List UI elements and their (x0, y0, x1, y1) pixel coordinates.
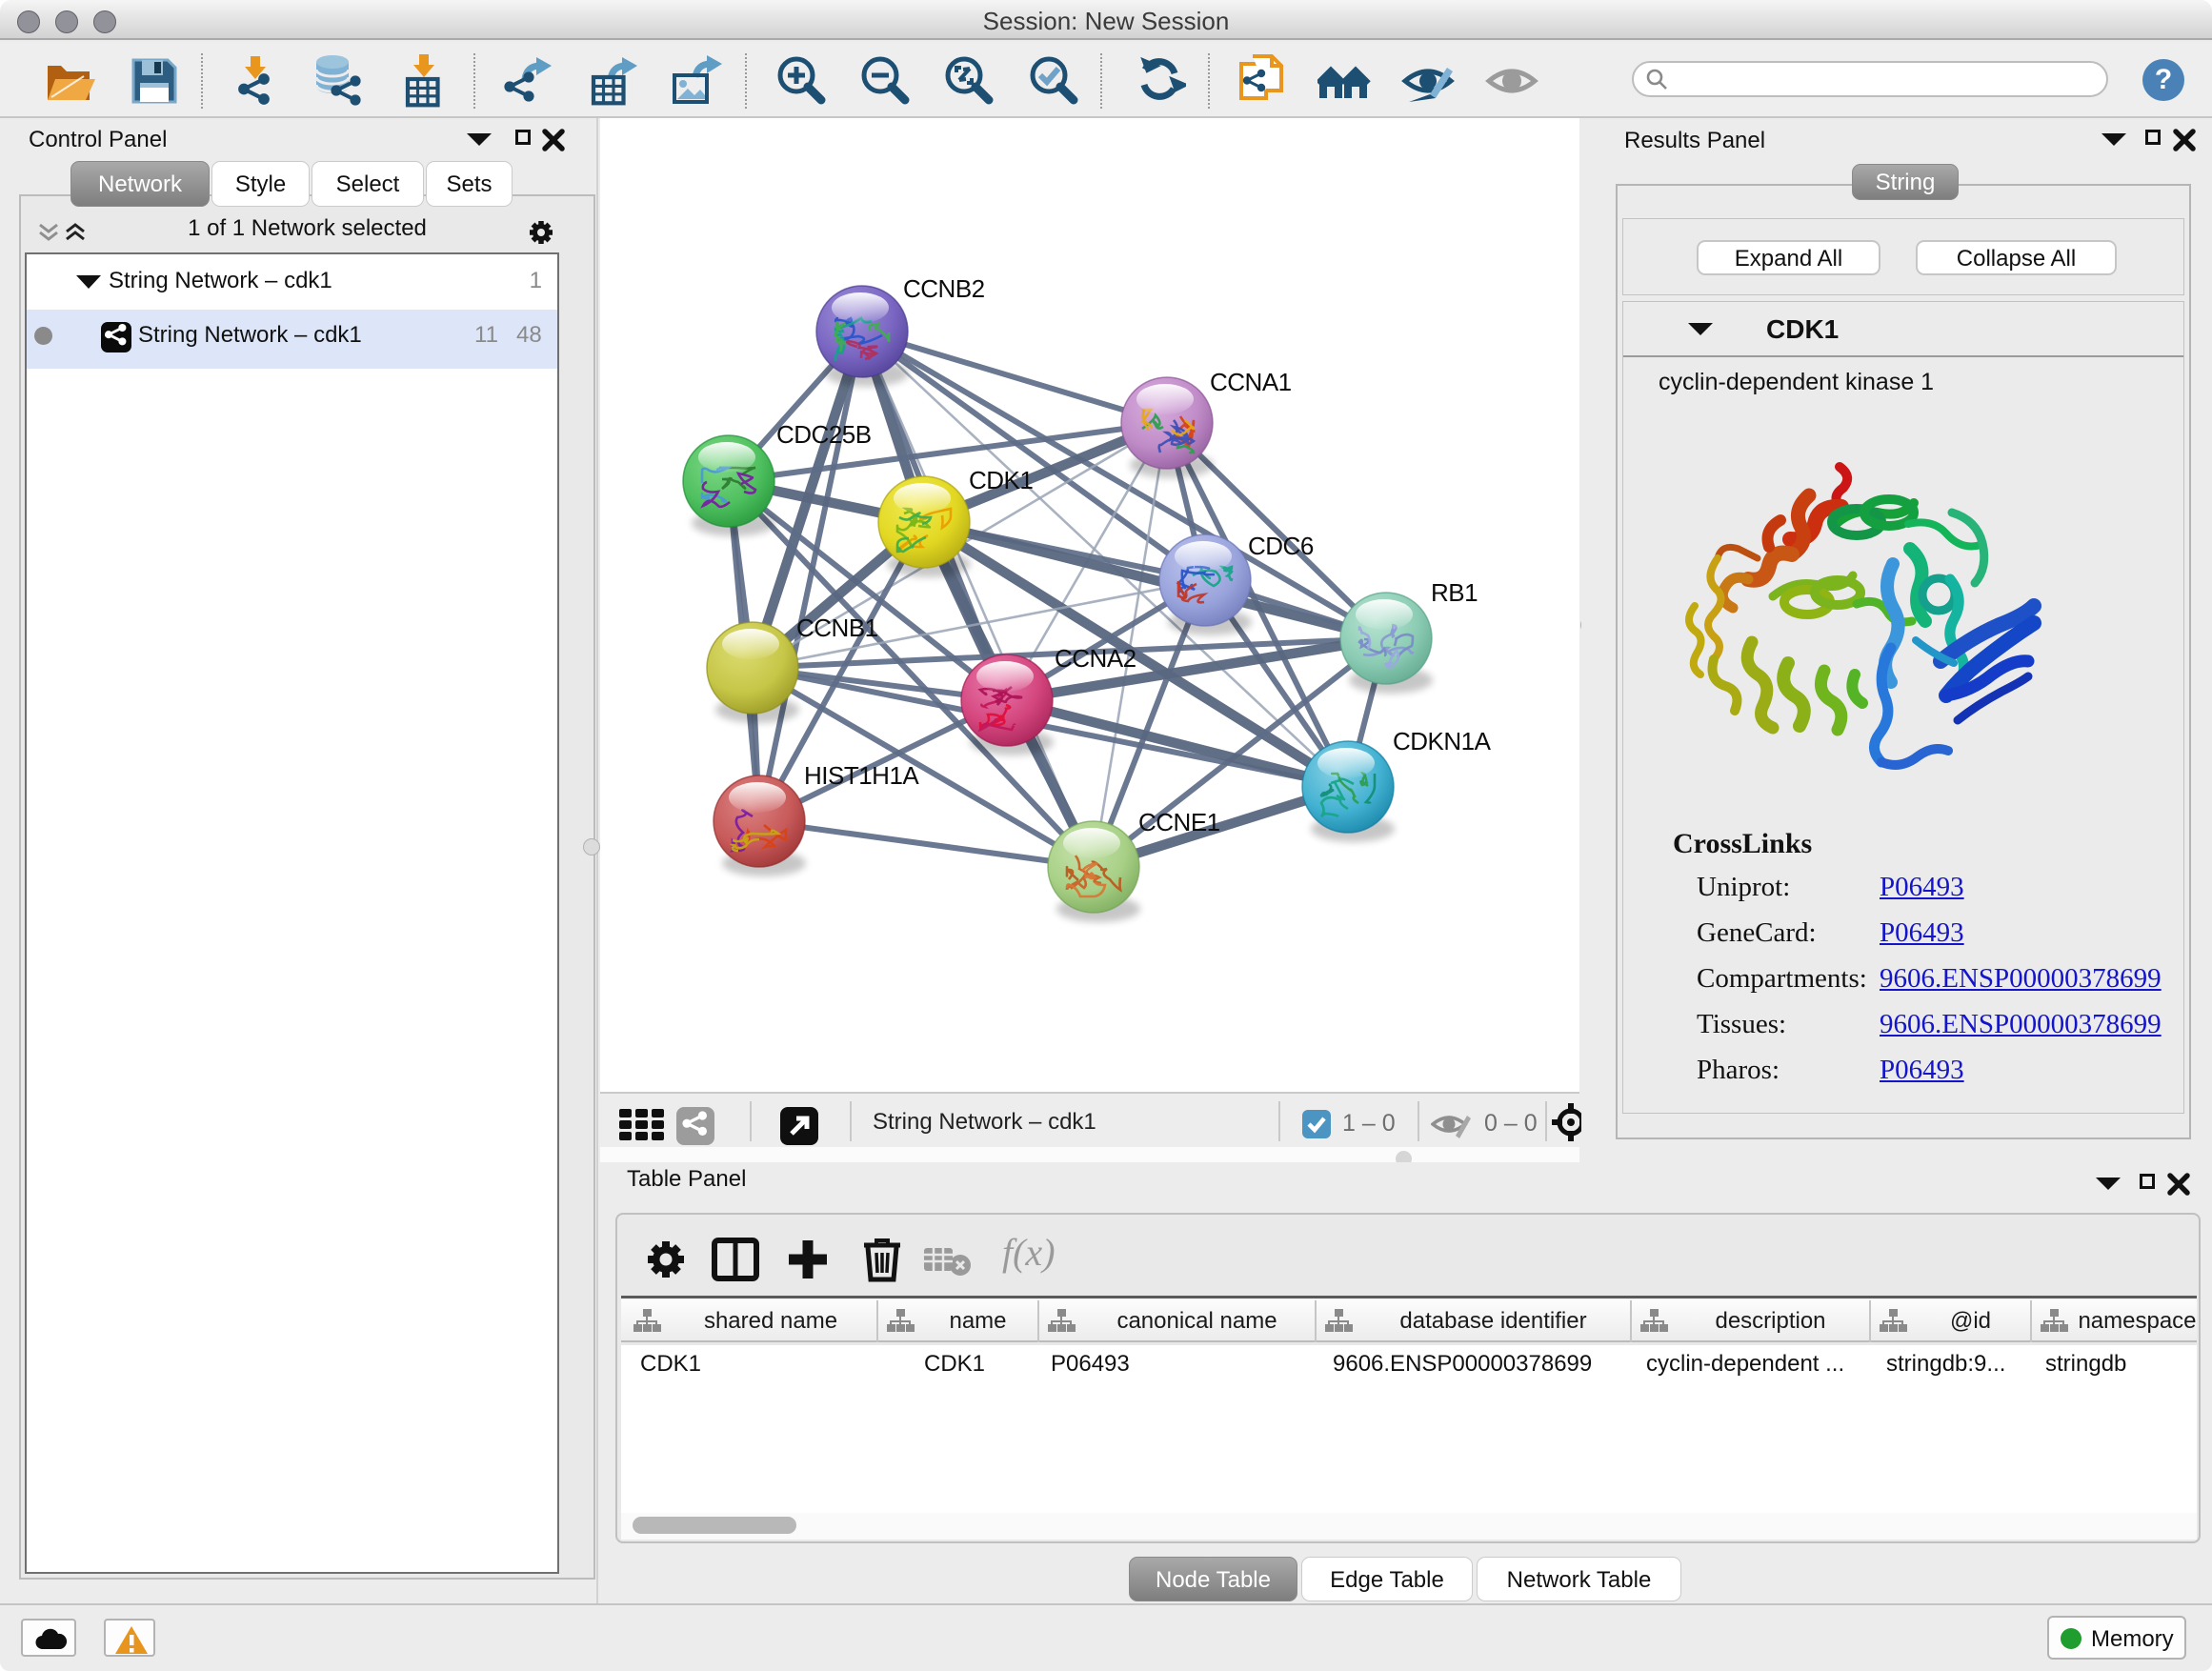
svg-text:HIST1H1A: HIST1H1A (804, 761, 919, 790)
svg-text:CCNA2: CCNA2 (1055, 644, 1136, 673)
svg-text:CDKN1A: CDKN1A (1393, 727, 1492, 755)
svg-text:RB1: RB1 (1431, 578, 1478, 607)
svg-text:CDK1: CDK1 (969, 466, 1033, 494)
svg-text:CCNB2: CCNB2 (903, 274, 985, 303)
svg-text:CCNA1: CCNA1 (1210, 368, 1292, 396)
svg-text:CCNB1: CCNB1 (796, 614, 878, 642)
svg-text:CDC6: CDC6 (1248, 532, 1314, 560)
svg-text:CCNE1: CCNE1 (1138, 808, 1220, 836)
svg-text:CDC25B: CDC25B (776, 420, 872, 449)
